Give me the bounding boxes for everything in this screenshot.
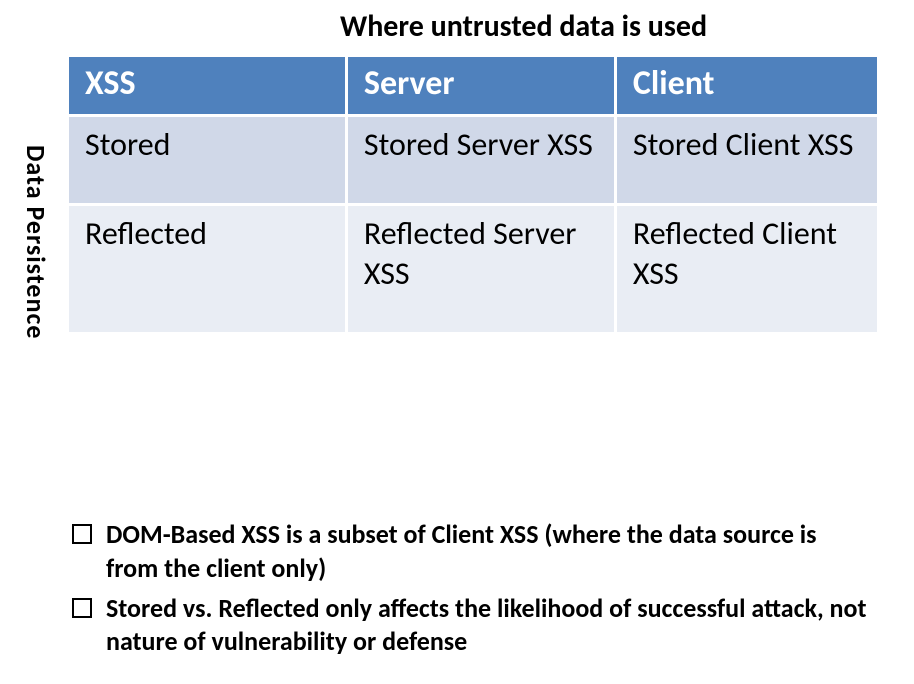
bullet-text: DOM-Based XSS is a subset of Client XSS … bbox=[106, 518, 872, 586]
header-server: Server bbox=[346, 56, 615, 116]
table-header-row: XSS Server Client bbox=[68, 56, 879, 116]
header-client: Client bbox=[615, 56, 878, 116]
cell-reflected-client: Reflected Client XSS bbox=[615, 205, 878, 334]
list-item: Stored vs. Reflected only affects the li… bbox=[72, 592, 872, 660]
header-xss: XSS bbox=[68, 56, 347, 116]
bullet-list: DOM-Based XSS is a subset of Client XSS … bbox=[72, 518, 872, 665]
cell-stored-client: Stored Client XSS bbox=[615, 116, 878, 205]
table-row: Stored Stored Server XSS Stored Client X… bbox=[68, 116, 879, 205]
title-top: Where untrusted data is used bbox=[340, 8, 880, 45]
cell-reflected: Reflected bbox=[68, 205, 347, 334]
table-row: Reflected Reflected Server XSS Reflected… bbox=[68, 205, 879, 334]
hollow-square-bullet-icon bbox=[72, 524, 92, 544]
side-label-data-persistence: Data Persistence bbox=[20, 145, 52, 339]
cell-stored: Stored bbox=[68, 116, 347, 205]
xss-classification-table: XSS Server Client Stored Stored Server X… bbox=[66, 54, 880, 335]
bullet-text: Stored vs. Reflected only affects the li… bbox=[106, 592, 872, 660]
list-item: DOM-Based XSS is a subset of Client XSS … bbox=[72, 518, 872, 586]
cell-reflected-server: Reflected Server XSS bbox=[346, 205, 615, 334]
cell-stored-server: Stored Server XSS bbox=[346, 116, 615, 205]
hollow-square-bullet-icon bbox=[72, 598, 92, 618]
